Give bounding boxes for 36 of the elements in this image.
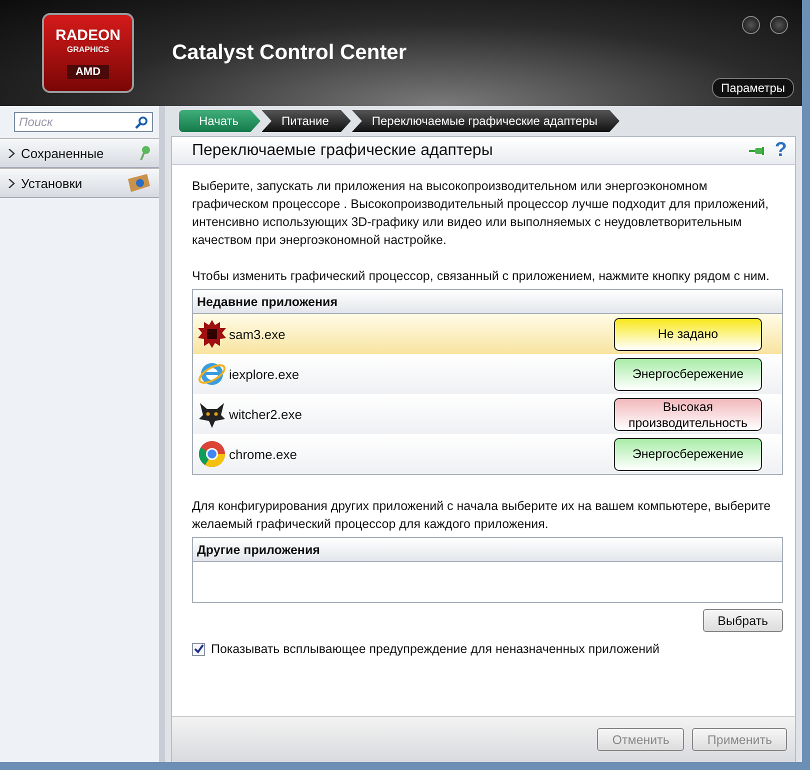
gpu-mode-button[interactable]: Не задано <box>614 318 762 350</box>
chevron-icon <box>8 148 15 158</box>
app-name: sam3.exe <box>229 326 286 342</box>
search-icon <box>135 116 148 129</box>
other-apps-hint: Для конфигурирования других приложений с начала выберите их на вашем компьютере, выберите желаемый графический процессор для каждого приложения. <box>192 498 772 533</box>
check-icon <box>194 644 204 654</box>
sidebar-item[interactable]: Установки <box>0 168 159 198</box>
table-heading: Недавние приложения <box>193 290 782 314</box>
options-button[interactable]: Параметры <box>712 78 794 98</box>
minimize-button[interactable] <box>742 16 760 34</box>
gear-icon <box>197 319 227 349</box>
gpu-mode-button[interactable]: Энергосбережение <box>614 438 762 470</box>
browser-icon <box>197 439 227 469</box>
breadcrumb-tab[interactable]: Начать <box>179 110 260 132</box>
gpu-mode-button[interactable]: Высокая производительность <box>614 398 762 430</box>
chevron-icon <box>8 178 15 188</box>
gpu-mode-button[interactable]: Энергосбережение <box>614 358 762 390</box>
hint-text: Чтобы изменить графический процессор, связанный с приложением, нажмите кнопку рядом с ним. <box>192 268 770 285</box>
choose-button[interactable]: Выбрать <box>702 609 783 632</box>
breadcrumb-tab[interactable]: Переключаемые графические адаптеры <box>352 110 620 132</box>
table-heading: Другие приложения <box>193 538 782 562</box>
search-field[interactable]: Поиск <box>14 112 153 132</box>
app-row[interactable]: sam3.exe Не задано <box>193 314 782 354</box>
breadcrumb-tab[interactable]: Питание <box>262 110 351 132</box>
warning-checkbox[interactable] <box>192 642 205 656</box>
help-button[interactable]: ? <box>774 139 787 162</box>
sidebar-item[interactable]: Сохраненные <box>0 138 159 168</box>
app-name: chrome.exe <box>229 446 298 462</box>
close-button[interactable] <box>770 16 788 34</box>
window-title: Catalyst Control Center <box>172 41 407 65</box>
app-name: witcher2.exe <box>229 406 303 422</box>
checkbox-label: Показывать всплывающее предупреждение для неназначенных приложений <box>211 642 660 656</box>
app-name: iexplore.exe <box>229 366 300 382</box>
page-title: Переключаемые графические адаптеры <box>192 142 494 160</box>
intro-text: Выберите, запускать ли приложения на высокопроизводительном или энергоэкономном графическом процессоре . Высокопроизводительный процессор лучше подходит для приложений, интенсивно использующих 3D-графику или видео или выполняемых с неудовлетворительным качеством при энергоэкономной настройке. <box>192 178 770 249</box>
logo: RADEON GRAPHICS AMD <box>42 13 134 93</box>
